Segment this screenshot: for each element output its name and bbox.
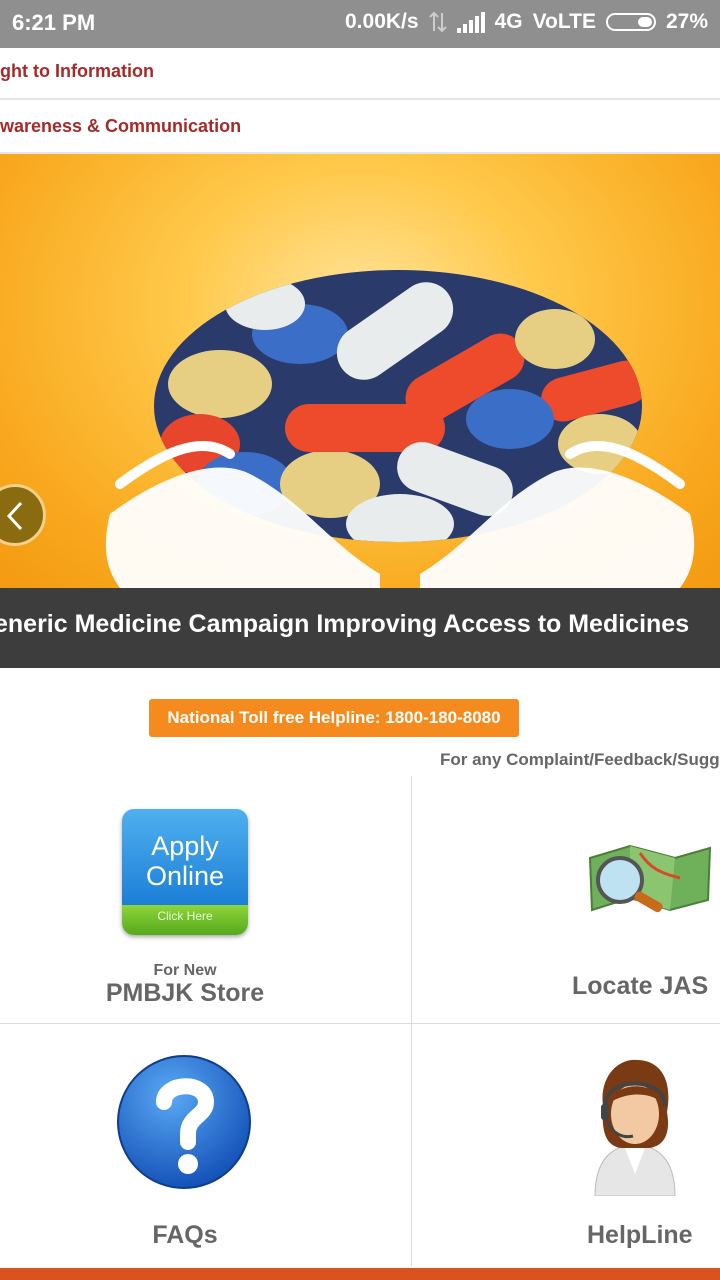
menu-item-awareness-communication[interactable]: wareness & Communication [0, 100, 720, 154]
complaint-feedback-text: For any Complaint/Feedback/Sugge [440, 750, 720, 769]
menu-item-label: wareness & Communication [0, 116, 242, 136]
faqs-title: FAQs [152, 1221, 218, 1249]
data-arrows-icon [428, 11, 447, 33]
helpline-title: HelpLine [587, 1221, 693, 1249]
menu-item-right-to-information[interactable]: ght to Information [0, 48, 720, 100]
status-right: 0.00K/s 4G VoLTE 27% [345, 10, 708, 34]
apply-subtitle: For New [153, 962, 217, 979]
apply-icon-line3: Click Here [157, 909, 213, 923]
locate-jas-title: Locate JAS [572, 972, 709, 1000]
apply-title: PMBJK Store [105, 979, 265, 1007]
bottom-bar [0, 1268, 720, 1280]
signal-icon [456, 11, 485, 33]
support-agent-icon [594, 1059, 676, 1196]
banner-caption-text: eneric Medicine Campaign Improving Acces… [0, 610, 690, 638]
apply-icon-line1: Apply [151, 831, 219, 861]
apply-online-icon[interactable]: Apply Online Click Here [122, 809, 248, 935]
chevron-left-icon [6, 501, 23, 531]
status-bar: 6:21 PM 0.00K/s 4G VoLTE 27% [0, 0, 720, 48]
battery-icon [605, 13, 656, 31]
status-time: 6:21 PM [12, 10, 96, 35]
network-type: 4G [494, 10, 523, 33]
toll-free-helpline-button[interactable]: National Toll free Helpline: 1800-180-80… [149, 699, 519, 737]
banner-caption: eneric Medicine Campaign Improving Acces… [0, 588, 720, 668]
apply-icon-line2: Online [145, 861, 225, 891]
volte-label: VoLTE [532, 10, 596, 33]
menu-item-label: ght to Information [0, 61, 154, 81]
banner-carousel[interactable] [0, 154, 720, 588]
question-mark-icon [117, 1055, 251, 1189]
banner-image [105, 270, 695, 588]
map-magnifier-icon [588, 844, 712, 913]
battery-level: 27% [665, 10, 708, 33]
network-speed: 0.00K/s [345, 10, 419, 33]
